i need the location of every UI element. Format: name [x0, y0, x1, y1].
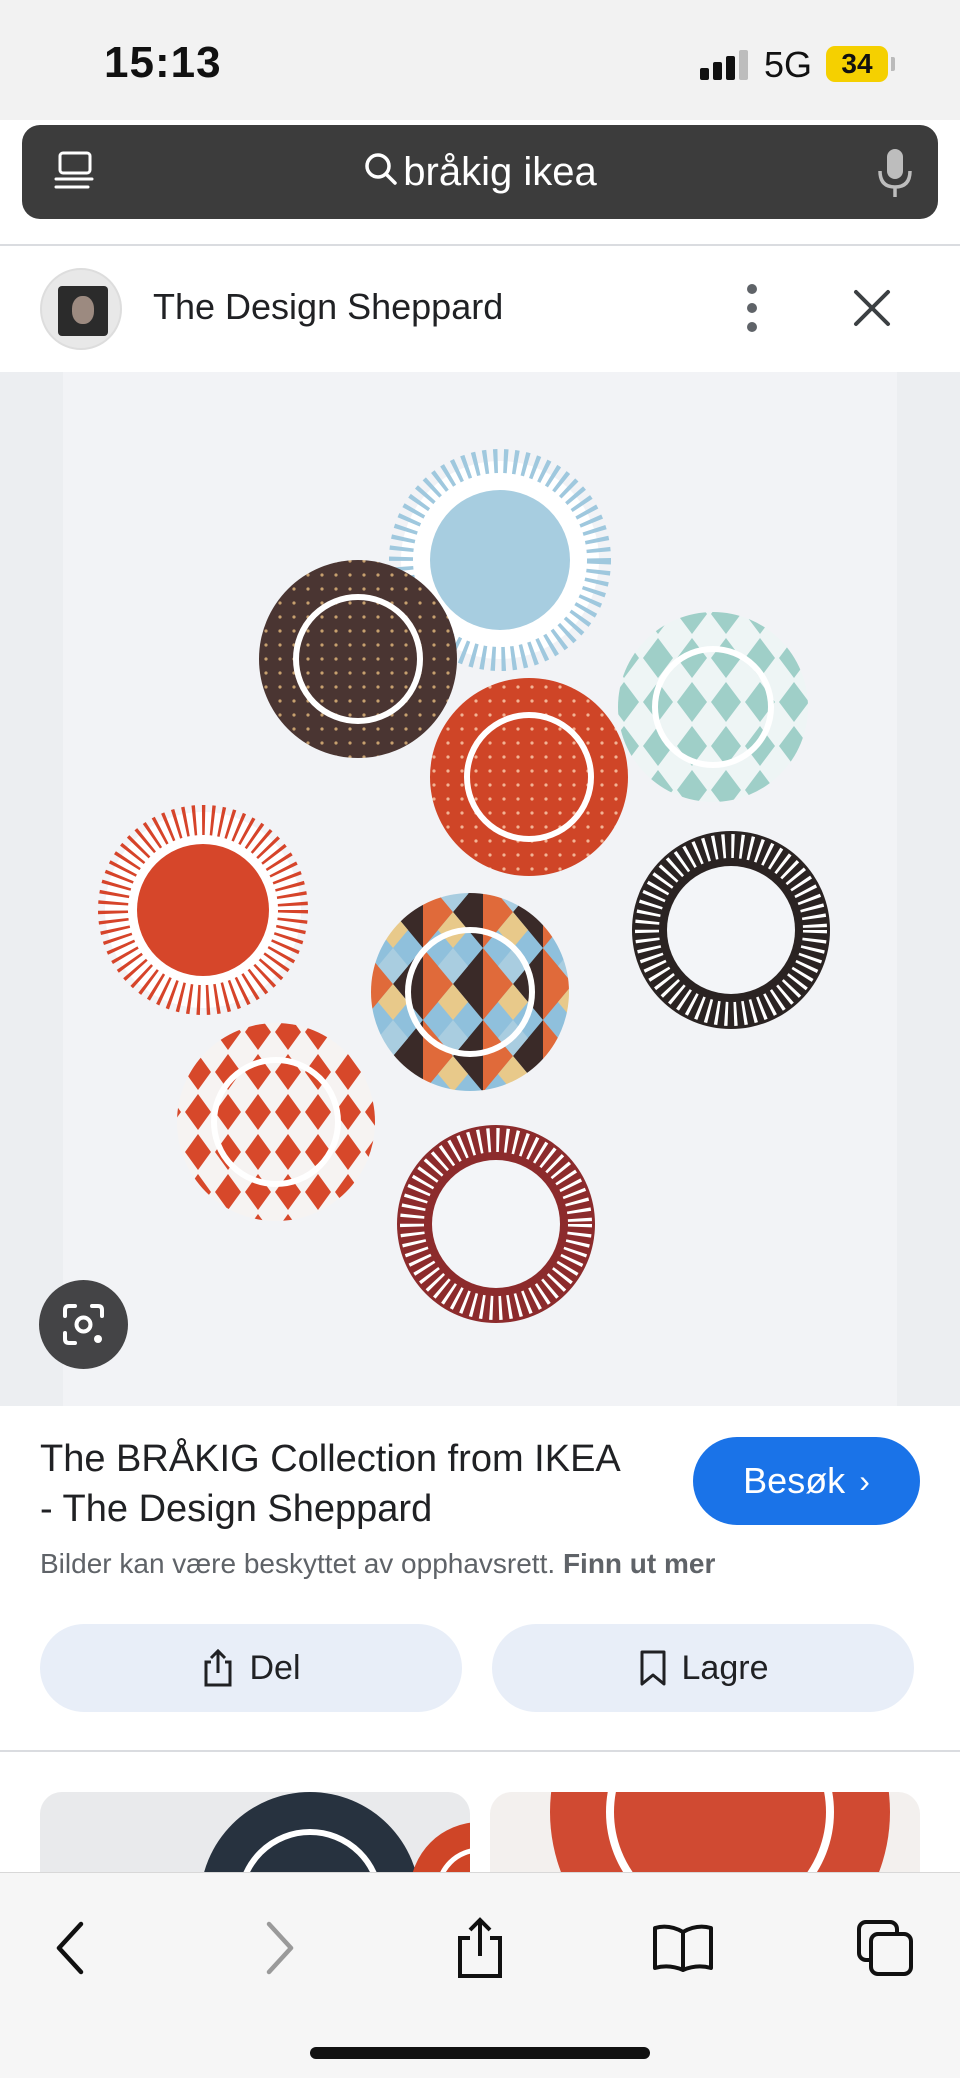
battery-tip [891, 57, 895, 71]
plate-mint-diamond [618, 612, 808, 802]
share-button[interactable]: Del [40, 1624, 462, 1712]
signal-icon [700, 50, 752, 80]
divider [0, 1750, 960, 1752]
related-image[interactable] [40, 1792, 470, 1872]
plate-red-diamond [177, 1023, 375, 1221]
learn-more-link[interactable]: Finn ut mer [563, 1548, 715, 1579]
status-bar: 15:13 5G 34 [0, 0, 960, 120]
source-name[interactable]: The Design Sheppard [153, 286, 503, 328]
search-icon [363, 149, 399, 199]
more-vertical-icon[interactable] [736, 276, 768, 340]
result-title[interactable]: The BRÅKIG Collection from IKEA - The De… [40, 1434, 640, 1534]
plates-photo [63, 372, 897, 1406]
save-button[interactable]: Lagre [492, 1624, 914, 1712]
related-image[interactable] [490, 1792, 920, 1872]
visit-label: Besøk [743, 1460, 846, 1501]
bookmarks-icon[interactable] [648, 1913, 718, 1983]
status-time: 15:13 [104, 38, 222, 87]
battery-icon: 34 [826, 46, 888, 82]
copyright-text: Bilder kan være beskyttet av opphavsrett… [40, 1548, 556, 1579]
search-query: bråkig ikea [403, 150, 597, 194]
chevron-right-icon: › [859, 1462, 870, 1499]
bookmark-icon [640, 1650, 666, 1686]
visit-button[interactable]: Besøk › [693, 1437, 920, 1525]
lens-button[interactable] [39, 1280, 128, 1369]
plate-harlequin [371, 893, 569, 1091]
share-label: Del [249, 1648, 301, 1687]
search-field[interactable]: bråkig ikea [22, 147, 938, 199]
tabs-icon[interactable] [850, 1913, 920, 1983]
plate-dark-dots [259, 560, 457, 758]
share-icon[interactable] [445, 1913, 515, 1983]
plate-red-sunburst [98, 805, 308, 1015]
source-avatar[interactable] [40, 268, 122, 350]
forward-icon[interactable] [244, 1913, 314, 1983]
home-indicator [310, 2047, 650, 2059]
save-label: Lagre [681, 1648, 769, 1687]
copyright-notice: Bilder kan være beskyttet av opphavsrett… [40, 1548, 715, 1580]
share-icon [204, 1648, 232, 1687]
microphone-icon[interactable] [876, 147, 914, 199]
plate-red-dots [430, 678, 628, 876]
plate-black-sunburst [632, 831, 830, 1029]
back-icon[interactable] [36, 1913, 106, 1983]
close-icon[interactable] [850, 286, 894, 330]
search-bar[interactable]: bråkig ikea [22, 125, 938, 219]
plate-maroon-sunburst [397, 1125, 595, 1323]
source-header: The Design Sheppard [0, 246, 960, 372]
result-image[interactable] [0, 372, 960, 1406]
lens-icon [63, 1304, 104, 1345]
bottom-toolbar [0, 1872, 960, 2078]
network-label: 5G [764, 44, 813, 85]
